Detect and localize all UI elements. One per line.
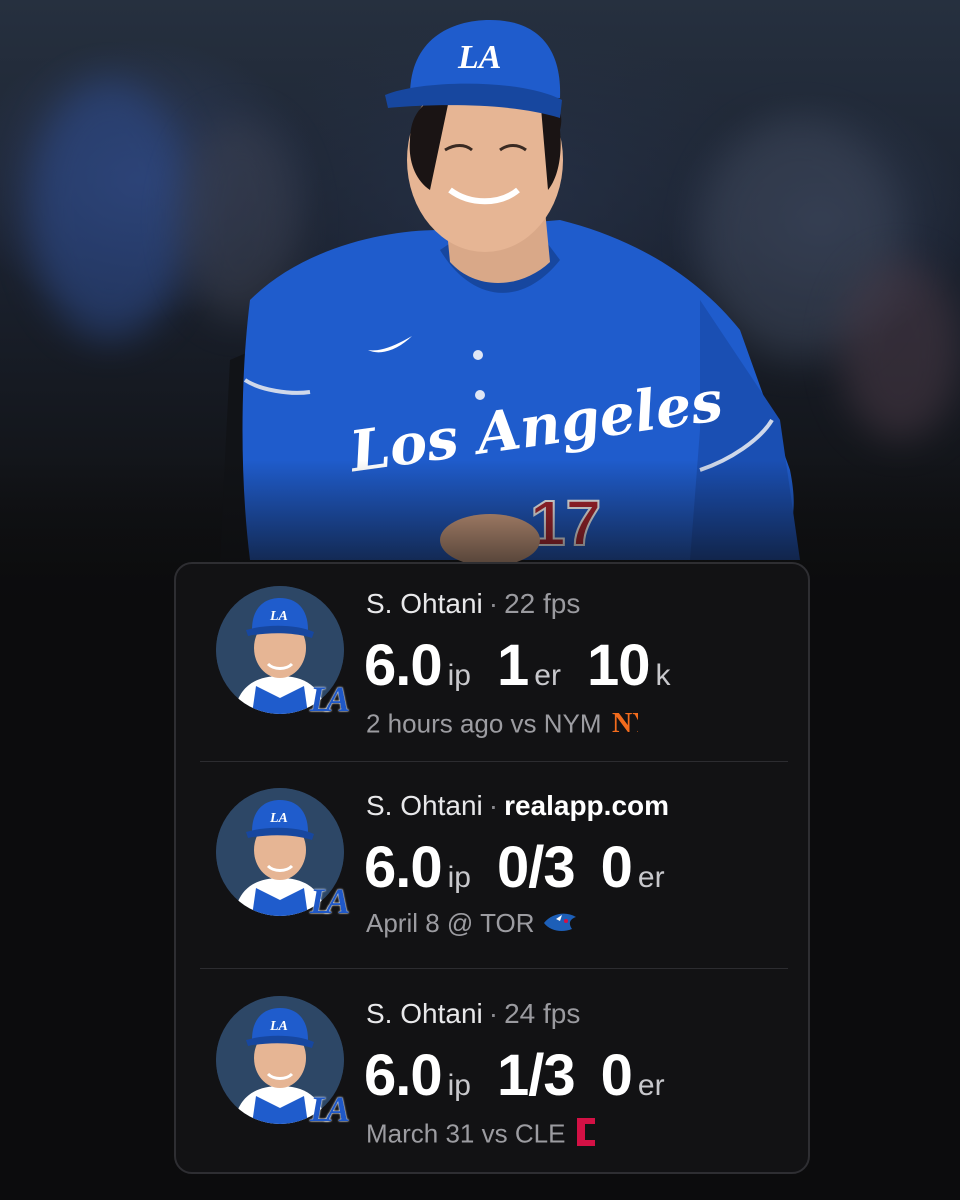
stat-item: 10 k: [587, 632, 671, 699]
stat-item: 0/3: [497, 834, 576, 901]
team-badge-la: LA: [310, 1089, 350, 1129]
source-label: 22 fps: [504, 588, 581, 619]
game-meta: March 31 vs CLE: [366, 1118, 566, 1149]
stat-value: 6.0: [364, 633, 443, 698]
player-name: S. Ohtani: [366, 790, 483, 821]
stat-unit: ip: [447, 659, 471, 692]
source-label: realapp.com: [504, 790, 670, 821]
svg-text:NY: NY: [612, 708, 638, 738]
player-avatar: LA LA: [216, 996, 350, 1129]
stat-value: 1: [497, 633, 529, 698]
mets-logo-icon: NY: [610, 706, 652, 745]
source-label: 24 fps: [504, 998, 581, 1029]
hero-photo: LA Los Angeles 17: [0, 0, 960, 620]
stat-item: 6.0 ip: [364, 1042, 471, 1109]
separator-dot: ·: [488, 790, 499, 821]
svg-text:LA: LA: [269, 1019, 288, 1034]
stat-unit: er: [637, 861, 665, 894]
game-log-row-2[interactable]: LA LA S. Ohtani · realapp.com 6.0 ip 0/3 0 er …: [176, 766, 808, 966]
stat-value: 6.0: [364, 1043, 443, 1108]
stat-item: 0 er: [601, 834, 665, 901]
stat-value: 0: [600, 1043, 633, 1108]
stat-unit: k: [655, 659, 671, 692]
stat-unit: ip: [447, 1069, 471, 1102]
stat-unit: ip: [447, 861, 471, 894]
bluejays-logo-icon: [542, 909, 578, 942]
svg-text:LA: LA: [269, 811, 288, 826]
player-name: S. Ohtani: [366, 588, 483, 619]
separator-dot: ·: [488, 998, 499, 1029]
player-avatar: LA LA: [216, 788, 350, 921]
svg-text:LA: LA: [269, 609, 288, 624]
stats-card: LA LA S. Ohtani · 22 fps 6.0 ip 1 er 10 k 2 hou…: [174, 562, 810, 1174]
stat-value: 0/3: [497, 835, 576, 900]
game-meta: April 8 @ TOR: [366, 908, 535, 938]
stat-unit: er: [637, 1069, 665, 1102]
separator-dot: ·: [488, 588, 499, 619]
stat-line: 6.0 ip 1/3 0 er: [364, 1042, 691, 1112]
stat-item: 0 er: [601, 1042, 665, 1109]
stat-item: 6.0 ip: [364, 834, 471, 901]
stat-line: 6.0 ip 1 er 10 k: [364, 632, 696, 702]
team-badge-la: LA: [310, 679, 350, 719]
game-log-row-3[interactable]: LA LA S. Ohtani · 24 fps 6.0 ip 1/3 0 er March…: [176, 974, 808, 1174]
game-log-row-1[interactable]: LA LA S. Ohtani · 22 fps 6.0 ip 1 er 10 k 2 hou…: [176, 564, 808, 764]
stat-line: 6.0 ip 0/3 0 er: [364, 834, 691, 904]
guardians-logo-icon: [573, 1116, 599, 1155]
team-badge-la: LA: [310, 881, 350, 921]
stat-value: 10: [586, 633, 651, 698]
stat-item: 6.0 ip: [364, 632, 471, 699]
stat-value: 0: [600, 835, 633, 900]
stat-unit: er: [534, 659, 561, 692]
stat-item: 1/3: [497, 1042, 576, 1109]
player-name: S. Ohtani: [366, 998, 483, 1029]
stat-value: 6.0: [364, 835, 443, 900]
stat-item: 1 er: [497, 632, 561, 699]
stat-value: 1/3: [497, 1043, 576, 1108]
player-avatar: LA LA: [216, 586, 350, 719]
cap-logo: LA: [457, 39, 501, 76]
game-meta: 2 hours ago vs NYM: [366, 708, 602, 739]
